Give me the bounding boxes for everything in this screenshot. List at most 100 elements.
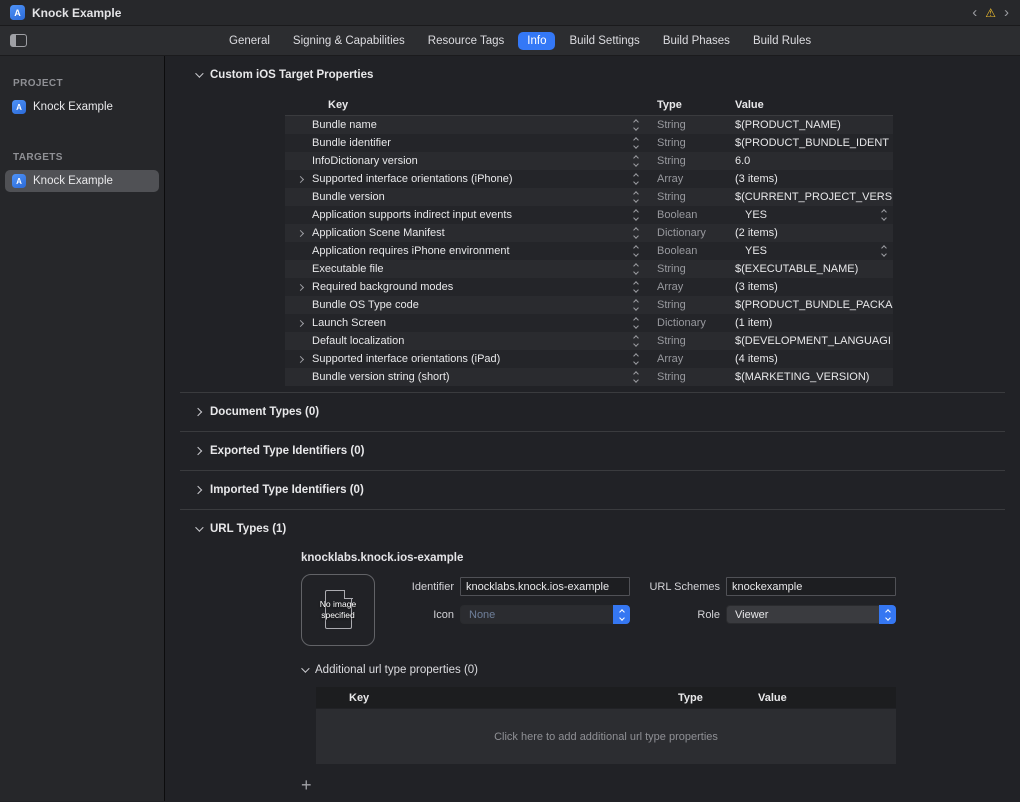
property-value[interactable]: (2 items) (735, 227, 778, 239)
icon-label: Icon (385, 609, 457, 621)
property-type: Boolean (645, 206, 730, 224)
issue-previous-button[interactable]: ‹ (971, 5, 978, 20)
property-key: Required background modes (312, 281, 634, 293)
property-row-bundle-version[interactable]: Bundle versionString$(CURRENT_PROJECT_VE… (285, 188, 893, 206)
no-image-label: No image specified (302, 575, 374, 645)
property-row-bundle-identifier[interactable]: Bundle identifierString$(PRODUCT_BUNDLE_… (285, 134, 893, 152)
identifier-label: Identifier (385, 581, 457, 593)
property-value[interactable]: 6.0 (735, 155, 750, 167)
window-title: Knock Example (32, 6, 121, 20)
warning-icon[interactable]: ⚠ (985, 7, 996, 19)
property-row-supported-interface-orientations-iphone[interactable]: Supported interface orientations (iPhone… (285, 170, 893, 188)
identifier-input[interactable] (460, 577, 630, 596)
section-custom-ios-target-properties[interactable]: Custom iOS Target Properties (165, 56, 1020, 94)
key-stepper-icon[interactable] (634, 138, 638, 148)
property-type: Array (645, 170, 730, 188)
table-header: Key Type Value (285, 94, 893, 116)
property-type: Array (645, 278, 730, 296)
property-row-application-scene-manifest[interactable]: Application Scene ManifestDictionary(2 i… (285, 224, 893, 242)
property-row-application-supports-indirect-input-events[interactable]: Application supports indirect input even… (285, 206, 893, 224)
icon-dropdown[interactable]: None (460, 605, 630, 624)
value-stepper-icon[interactable] (882, 246, 886, 256)
property-row-launch-screen[interactable]: Launch ScreenDictionary(1 item) (285, 314, 893, 332)
property-value[interactable]: $(PRODUCT_BUNDLE_PACKA (735, 299, 893, 311)
property-value[interactable]: (3 items) (735, 173, 778, 185)
key-stepper-icon[interactable] (634, 156, 638, 166)
property-value[interactable]: $(EXECUTABLE_NAME) (735, 263, 858, 275)
property-value[interactable]: (1 item) (735, 317, 772, 329)
add-property-click-area[interactable]: Click here to add additional url type pr… (316, 709, 896, 764)
key-stepper-icon[interactable] (634, 372, 638, 382)
tab-build-rules[interactable]: Build Rules (744, 32, 820, 50)
property-value[interactable]: YES (735, 209, 767, 221)
key-stepper-icon[interactable] (634, 210, 638, 220)
property-value[interactable]: $(MARKETING_VERSION) (735, 371, 869, 383)
property-row-application-requires-iphone-environment[interactable]: Application requires iPhone environmentB… (285, 242, 893, 260)
target-item-knock-example[interactable]: AKnock Example (5, 170, 159, 192)
image-well[interactable]: No image specified (301, 574, 375, 646)
key-stepper-icon[interactable] (634, 318, 638, 328)
key-stepper-icon[interactable] (634, 228, 638, 238)
property-value[interactable]: YES (735, 245, 767, 257)
key-stepper-icon[interactable] (634, 120, 638, 130)
project-item-knock-example[interactable]: AKnock Example (5, 96, 159, 118)
property-value[interactable]: (3 items) (735, 281, 778, 293)
property-row-bundle-os-type-code[interactable]: Bundle OS Type codeString$(PRODUCT_BUNDL… (285, 296, 893, 314)
section-url-types[interactable]: URL Types (1) (165, 510, 1020, 548)
property-value[interactable]: $(CURRENT_PROJECT_VERS (735, 191, 892, 203)
column-key: Key (316, 692, 678, 704)
disclosure-right-icon[interactable] (297, 229, 304, 236)
disclosure-down-icon (195, 523, 203, 531)
property-row-default-localization[interactable]: Default localizationString$(DEVELOPMENT_… (285, 332, 893, 350)
section-document-types-0[interactable]: Document Types (0) (165, 393, 1020, 431)
key-stepper-icon[interactable] (634, 174, 638, 184)
property-type: String (645, 152, 730, 170)
targets-heading: TARGETS (0, 152, 164, 163)
property-key: Bundle version string (short) (312, 371, 634, 383)
property-row-required-background-modes[interactable]: Required background modes Array (3 items) (285, 278, 893, 296)
section-exported-type-identifiers-0[interactable]: Exported Type Identifiers (0) (165, 432, 1020, 470)
key-stepper-icon[interactable] (634, 192, 638, 202)
property-row-supported-interface-orientations-ipad[interactable]: Supported interface orientations (iPad)A… (285, 350, 893, 368)
property-type: String (645, 116, 730, 134)
property-row-infodictionary-version[interactable]: InfoDictionary versionString6.0 (285, 152, 893, 170)
disclosure-right-icon[interactable] (297, 319, 304, 326)
role-dropdown[interactable]: Viewer (726, 605, 896, 624)
disclosure-right-icon[interactable] (297, 175, 304, 182)
issue-next-button[interactable]: › (1003, 5, 1010, 20)
key-stepper-icon[interactable] (634, 300, 638, 310)
value-stepper-icon[interactable] (882, 210, 886, 220)
property-row-executable-file[interactable]: Executable fileString$(EXECUTABLE_NAME) (285, 260, 893, 278)
property-row-bundle-version-string-short[interactable]: Bundle version string (short)String$(MAR… (285, 368, 893, 386)
disclosure-right-icon[interactable] (297, 283, 304, 290)
sidebar-toggle-icon[interactable] (10, 34, 27, 47)
property-type: String (645, 296, 730, 314)
key-stepper-icon[interactable] (634, 336, 638, 346)
dropdown-arrows-icon (613, 605, 630, 624)
section-imported-type-identifiers-0[interactable]: Imported Type Identifiers (0) (165, 471, 1020, 509)
property-value[interactable]: $(DEVELOPMENT_LANGUAGI (735, 335, 891, 347)
tab-signing-capabilities[interactable]: Signing & Capabilities (284, 32, 414, 50)
property-value[interactable]: $(PRODUCT_BUNDLE_IDENT (735, 137, 889, 149)
key-stepper-icon[interactable] (634, 264, 638, 274)
additional-properties-disclosure[interactable]: Additional url type properties (0) (301, 664, 1020, 676)
tab-general[interactable]: General (220, 32, 279, 50)
tab-build-settings[interactable]: Build Settings (560, 32, 648, 50)
custom-properties-table: Key Type Value Bundle nameString$(PRODUC… (285, 94, 893, 386)
tab-build-phases[interactable]: Build Phases (654, 32, 739, 50)
column-value: Value (758, 692, 896, 704)
url-schemes-input[interactable] (726, 577, 896, 596)
add-url-type-button[interactable]: + (301, 776, 321, 794)
property-value[interactable]: $(PRODUCT_NAME) (735, 119, 841, 131)
key-stepper-icon[interactable] (634, 354, 638, 364)
property-value[interactable]: (4 items) (735, 353, 778, 365)
property-key: Application supports indirect input even… (312, 209, 634, 221)
property-type: String (645, 134, 730, 152)
property-row-bundle-name[interactable]: Bundle nameString$(PRODUCT_NAME) (285, 116, 893, 134)
tab-info[interactable]: Info (518, 32, 555, 50)
key-stepper-icon[interactable] (634, 282, 638, 292)
disclosure-right-icon[interactable] (297, 355, 304, 362)
key-stepper-icon[interactable] (634, 246, 638, 256)
toolbar: General Signing & Capabilities Resource Ta… (0, 26, 1020, 56)
tab-resource-tags[interactable]: Resource Tags (419, 32, 514, 50)
